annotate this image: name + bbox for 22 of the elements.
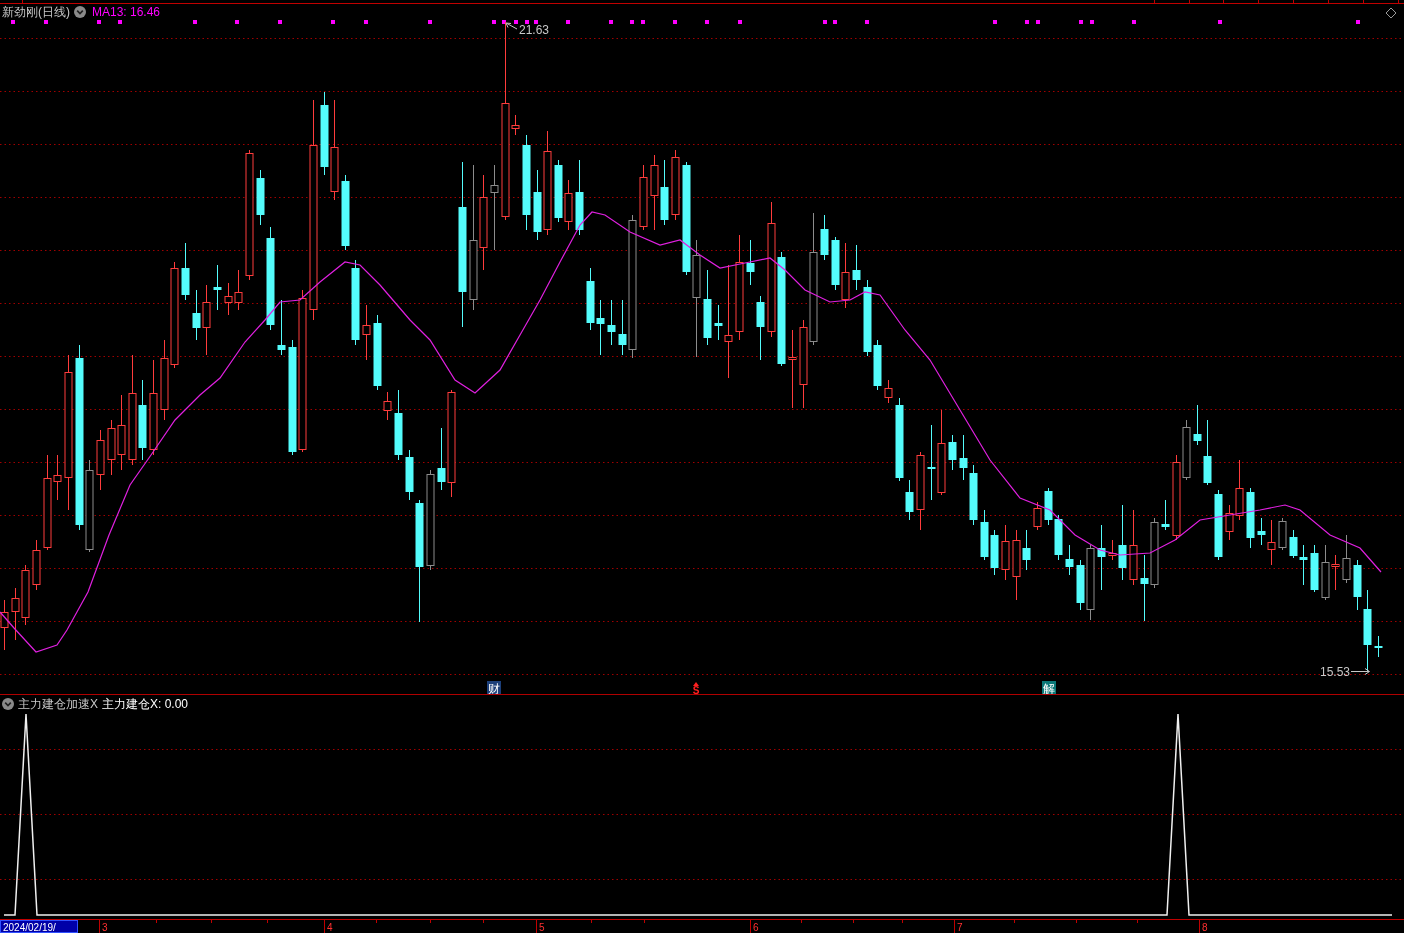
date-label: 2024/02/19/ [0, 920, 78, 933]
caret-icon [693, 682, 699, 686]
month-label: 7 [957, 921, 963, 933]
leader-arrow [505, 22, 518, 30]
leader-arrow [1350, 668, 1370, 675]
month-label: 3 [102, 921, 108, 933]
low-price-label: 15.53 [1320, 665, 1351, 679]
high-price-label: 21.63 [519, 23, 550, 37]
event-tag[interactable]: 财 [487, 681, 501, 695]
month-label: 4 [327, 921, 333, 933]
month-label: 6 [753, 921, 759, 933]
indicator-name: 主力建仓加速X [18, 697, 98, 711]
signal-letter[interactable]: S [692, 685, 700, 695]
stock-title: 新劲刚(日线) [2, 5, 70, 19]
chevron-down-icon[interactable] [2, 698, 14, 710]
ma-value-label: MA13: 16.46 [92, 5, 161, 19]
diamond-icon[interactable] [1385, 7, 1397, 19]
month-label: 5 [539, 921, 545, 933]
indicator-value: 主力建仓X: 0.00 [102, 697, 189, 711]
chevron-down-icon[interactable] [74, 6, 86, 18]
month-label: 8 [1202, 921, 1208, 933]
event-tag[interactable]: 解 [1042, 681, 1056, 695]
